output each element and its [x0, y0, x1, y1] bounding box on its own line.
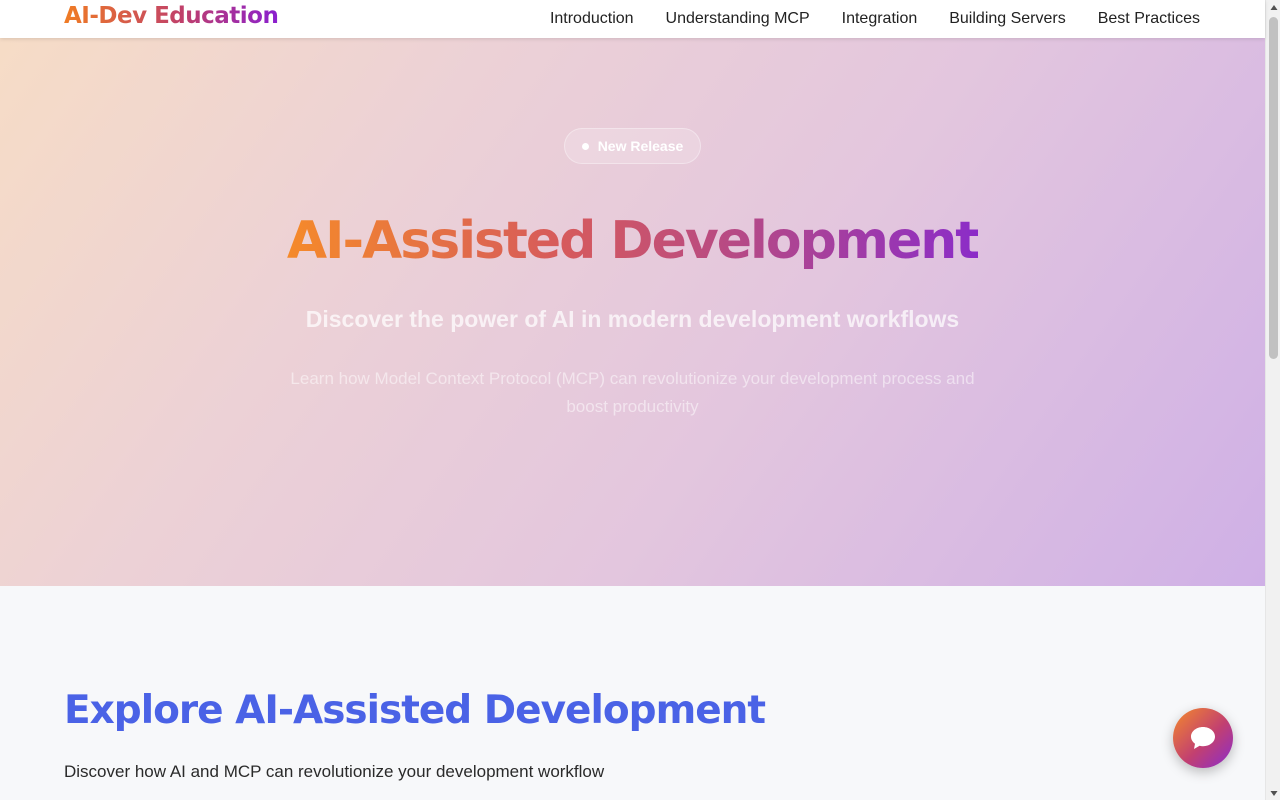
vertical-scrollbar[interactable] [1265, 0, 1280, 800]
nav-link-best-practices[interactable]: Best Practices [1098, 10, 1200, 28]
hero-title-text: AI-Assisted Development [286, 211, 980, 271]
chat-button[interactable] [1173, 708, 1233, 768]
badge-label: New Release [597, 138, 684, 154]
nav-link-integration[interactable]: Integration [842, 10, 918, 28]
hero-description: Learn how Model Context Protocol (MCP) c… [290, 369, 975, 416]
site-logo[interactable]: AI-Dev Education [64, 3, 279, 29]
scrollbar-thumb[interactable] [1269, 17, 1278, 359]
hero-title: AI-Assisted Development [0, 206, 1265, 276]
nav-link-introduction[interactable]: Introduction [550, 10, 634, 28]
nav-link-understanding-mcp[interactable]: Understanding MCP [666, 10, 810, 28]
main-nav: Introduction Understanding MCP Integrati… [550, 0, 1200, 38]
dot-icon [581, 142, 589, 150]
release-badge: New Release [564, 128, 701, 164]
hero-subtitle: Discover the power of AI in modern devel… [305, 306, 960, 332]
arrow-up-icon[interactable] [1266, 0, 1280, 15]
arrow-down-icon[interactable] [1266, 785, 1280, 800]
hero-section: New Release AI-Assisted Development Disc… [0, 38, 1265, 586]
explore-description: Discover how AI and MCP can revolutioniz… [64, 762, 605, 781]
site-header: AI-Dev Education Introduction Understand… [0, 0, 1265, 38]
chat-bubble-icon [1191, 727, 1215, 749]
nav-link-building-servers[interactable]: Building Servers [949, 10, 1066, 28]
explore-title: Explore AI-Assisted Development [64, 688, 766, 733]
